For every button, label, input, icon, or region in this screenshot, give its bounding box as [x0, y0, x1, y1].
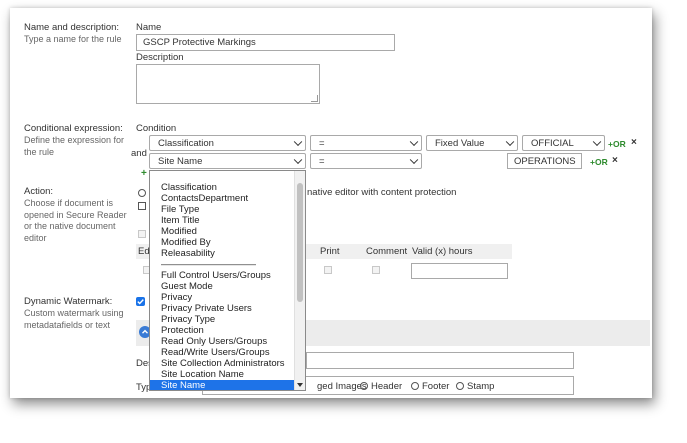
or-label-1: OR — [612, 139, 626, 149]
footer-radio[interactable] — [411, 382, 419, 390]
dropdown-option[interactable]: Privacy Type — [150, 314, 305, 325]
name-field-label: Name — [136, 22, 162, 33]
dropdown-option[interactable]: File Type — [150, 204, 305, 215]
chevron-down-icon — [409, 155, 419, 165]
chevron-down-icon — [409, 137, 419, 147]
condition-operator-value-1: = — [319, 137, 325, 149]
watermark-description-input[interactable] — [306, 352, 574, 369]
scrollbar-thumb[interactable] — [297, 183, 303, 302]
dropdown-option[interactable]: Site Location Name — [150, 369, 305, 380]
description-textarea[interactable] — [136, 64, 320, 104]
watermark-checkbox[interactable] — [136, 297, 145, 306]
condition-field-value-1: Classification — [158, 137, 214, 149]
condition-value-input-2[interactable]: OPERATIONS — [507, 153, 582, 169]
dropdown-option[interactable]: Guest Mode — [150, 281, 305, 292]
check-icon — [137, 299, 144, 305]
print-checkbox[interactable] — [324, 266, 332, 274]
scroll-down-arrow-icon[interactable] — [297, 383, 303, 388]
dropdown-option[interactable]: Privacy Private Users — [150, 303, 305, 314]
stamp-radio[interactable] — [456, 382, 464, 390]
header-option-label: Header — [371, 381, 403, 392]
chevron-down-icon — [592, 137, 602, 147]
add-condition-button[interactable]: + — [141, 168, 147, 179]
condition-value-select-1[interactable]: OFFICIAL — [522, 135, 605, 151]
conditional-section-label: Conditional expression: — [24, 123, 123, 134]
dropdown-option[interactable]: Read Only Users/Groups — [150, 336, 305, 347]
name-section-label: Name and description: — [24, 22, 120, 33]
name-input-value: GSCP Protective Markings — [143, 37, 256, 48]
and-label: and — [131, 148, 147, 159]
name-section-help: Type a name for the rule — [24, 34, 122, 44]
condition-value-type-1: Fixed Value — [435, 137, 485, 149]
valid-hours-column-header: Valid (x) hours — [412, 246, 473, 257]
description-field-label: Description — [136, 52, 184, 63]
dropdown-option-selected[interactable]: Site Name — [150, 380, 305, 390]
condition-field-select-2[interactable]: Site Name — [149, 153, 306, 169]
header-radio[interactable] — [360, 382, 368, 390]
condition-operator-value-2: = — [319, 155, 325, 167]
dropdown-option[interactable]: Modified By — [150, 237, 305, 248]
condition-operator-select-1[interactable]: = — [310, 135, 422, 151]
dropdown-option[interactable]: Item Title — [150, 215, 305, 226]
dropdown-separator: —————————— — [161, 259, 256, 270]
condition-label: Condition — [136, 123, 177, 134]
print-column-header: Print — [320, 246, 340, 257]
dropdown-option[interactable]: Modified — [150, 226, 305, 237]
chevron-down-icon — [505, 137, 515, 147]
action-section-help: Choose if document is opened in Secure R… — [24, 198, 127, 243]
conditional-section-help: Define the expression for the rule — [24, 135, 125, 157]
remove-condition-button-2[interactable]: × — [612, 155, 618, 166]
dropdown-option[interactable]: Protection — [150, 325, 305, 336]
comment-checkbox[interactable] — [372, 266, 380, 274]
chevron-down-icon — [293, 137, 303, 147]
name-input[interactable]: GSCP Protective Markings — [136, 34, 395, 51]
comment-column-header: Comment — [366, 246, 408, 257]
condition-value-type-select-1[interactable]: Fixed Value — [426, 135, 518, 151]
dropdown-option[interactable]: Privacy — [150, 292, 305, 303]
condition-field-dropdown-list[interactable]: Classification ContactsDepartment File T… — [149, 170, 306, 391]
watermark-section-help: Custom watermark using metadatafields or… — [24, 308, 124, 330]
or-button-2[interactable]: +OR — [590, 157, 608, 168]
remove-condition-button-1[interactable]: × — [631, 137, 637, 148]
footer-option-label: Footer — [422, 381, 450, 392]
dropdown-option[interactable]: Releasability — [150, 248, 305, 259]
watermark-section-label: Dynamic Watermark: — [24, 296, 113, 307]
native-editor-option-label: native editor with content protection — [307, 187, 457, 198]
resize-handle-icon[interactable] — [311, 95, 318, 102]
dropdown-option[interactable]: Full Control Users/Groups — [150, 270, 305, 281]
dropdown-option[interactable]: Site Collection Administrators — [150, 358, 305, 369]
permission-checkbox[interactable] — [138, 230, 146, 238]
dropdown-option[interactable]: ContactsDepartment — [150, 193, 305, 204]
dropdown-scrollbar[interactable] — [294, 171, 305, 390]
stamp-option-label: Stamp — [467, 381, 495, 392]
condition-operator-select-2[interactable]: = — [310, 153, 422, 169]
secure-reader-radio[interactable] — [138, 189, 146, 197]
or-button-1[interactable]: +OR — [608, 139, 626, 150]
protection-checkbox[interactable] — [138, 202, 146, 210]
or-label-2: OR — [594, 157, 608, 167]
condition-value-1: OFFICIAL — [531, 137, 574, 149]
condition-value-2: OPERATIONS — [514, 155, 576, 167]
dropdown-option[interactable]: Read/Write Users/Groups — [150, 347, 305, 358]
dropdown-option[interactable]: Classification — [150, 182, 305, 193]
condition-field-select-1[interactable]: Classification — [149, 135, 306, 151]
valid-hours-input[interactable] — [411, 263, 508, 279]
condition-field-value-2: Site Name — [158, 155, 203, 167]
rule-editor-panel: Name and description: Type a name for th… — [10, 8, 652, 398]
action-section-label: Action: — [24, 186, 54, 197]
dropdown-options: Classification ContactsDepartment File T… — [150, 171, 305, 390]
chevron-down-icon — [293, 155, 303, 165]
